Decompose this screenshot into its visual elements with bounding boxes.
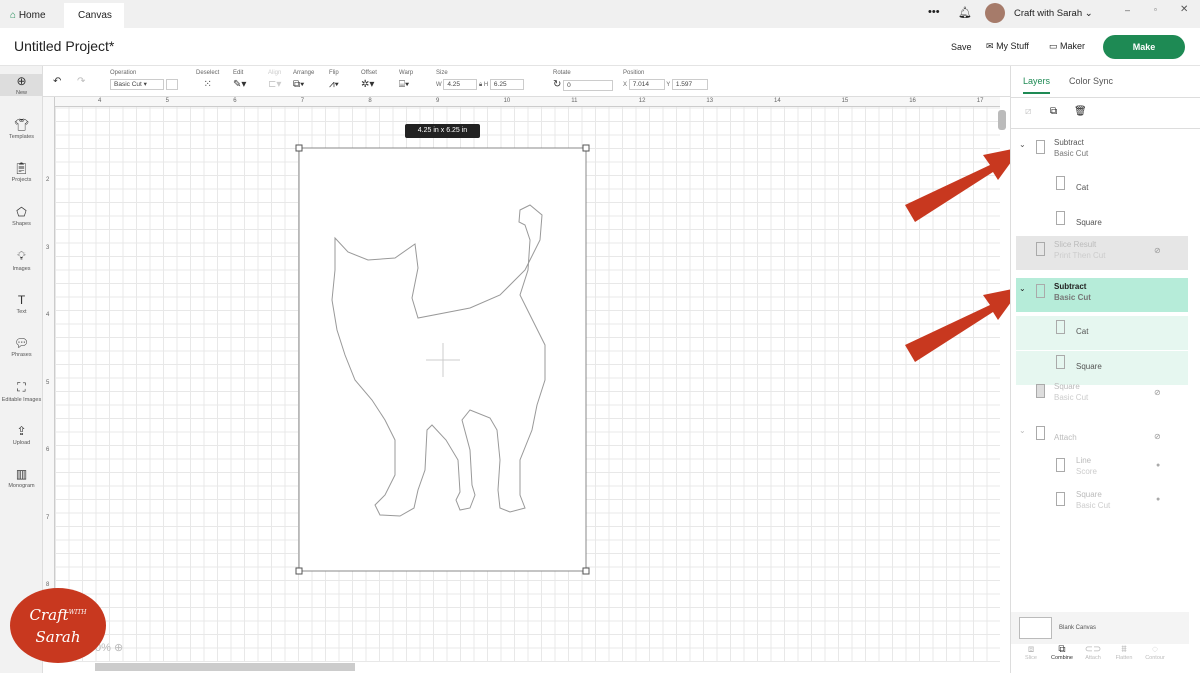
make-button[interactable]: Make [1103, 35, 1185, 59]
horizontal-scrollbar[interactable] [95, 663, 355, 671]
canvas-overlay [95, 110, 1010, 671]
layer-child[interactable]: Cat [1016, 316, 1188, 350]
blank-canvas-thumbnail [1019, 617, 1052, 639]
maximize-button[interactable]: ▫ [1154, 5, 1157, 14]
flatten-button[interactable]: ⩩ Flatten [1110, 644, 1138, 661]
layer-item[interactable]: ⌄ Subtract Basic Cut [1016, 134, 1188, 168]
layer-item[interactable]: Square Basic Cut ⊘ [1016, 378, 1188, 412]
hidden-eye-icon[interactable]: ⊘ [1154, 246, 1161, 255]
minimize-button[interactable]: – [1125, 5, 1130, 15]
layer-item[interactable]: ⌄ Subtract Basic Cut [1016, 278, 1188, 312]
slice-icon: ⧈ [1027, 644, 1035, 655]
layer-thumbnail-icon [1056, 211, 1065, 225]
layer-thumbnail-icon [1056, 176, 1065, 190]
layer-thumbnail-icon [1056, 492, 1065, 506]
tab-color-sync[interactable]: Color Sync [1069, 76, 1113, 86]
layer-thumbnail-icon [1036, 242, 1045, 256]
layer-item[interactable]: ⌄ Attach ⊘ [1016, 422, 1188, 452]
chevron-down-icon[interactable]: ⌄ [1019, 284, 1026, 293]
contour-button[interactable]: ◌ Contour [1141, 644, 1169, 661]
group-icon[interactable]: ⧄ [1025, 106, 1031, 117]
hidden-eye-icon[interactable]: ⊘ [1154, 388, 1161, 397]
chevron-down-icon[interactable]: ⌄ [1019, 140, 1026, 149]
layer-thumbnail-icon [1056, 320, 1065, 334]
trash-icon[interactable]: 🗑︎ [1074, 106, 1087, 117]
maker-button[interactable]: ▭ Maker [1049, 41, 1085, 52]
dot-icon: ● [1156, 496, 1161, 503]
duplicate-icon[interactable]: ⧉ [1050, 106, 1057, 117]
combine-button[interactable]: ⧉ Combine [1048, 644, 1076, 661]
layer-thumbnail-icon [1036, 426, 1045, 440]
layer-thumbnail-icon [1036, 384, 1045, 398]
logo: CraftWITH Sarah [10, 588, 106, 663]
blank-canvas-row[interactable]: Blank Canvas [1011, 612, 1189, 644]
attach-button[interactable]: ⊂⊃ Attach [1079, 644, 1107, 661]
account-menu[interactable]: Craft with Sarah ⌄ [1014, 8, 1093, 19]
layer-child[interactable]: Line Score ● [1016, 452, 1188, 484]
layer-thumbnail-icon [1036, 284, 1045, 298]
slice-button[interactable]: ⧈ Slice [1017, 644, 1045, 661]
contour-icon: ◌ [1152, 644, 1158, 655]
vertical-scrollbar[interactable] [998, 110, 1006, 130]
combine-icon: ⧉ [1058, 644, 1066, 655]
close-button[interactable]: ✕ [1180, 4, 1188, 15]
dot-icon: ● [1156, 462, 1161, 469]
hidden-eye-icon[interactable]: ⊘ [1154, 432, 1161, 441]
attach-icon: ⊂⊃ [1084, 644, 1102, 655]
chevron-down-icon[interactable]: ⌄ [1019, 426, 1026, 435]
size-tooltip: 4.25 in x 6.25 in [405, 124, 480, 138]
layer-thumbnail-icon [1056, 458, 1065, 472]
tab-layers[interactable]: Layers [1023, 76, 1051, 94]
layer-child[interactable]: Square Basic Cut ● [1016, 486, 1188, 518]
machine-icon: ▭ [1049, 41, 1058, 51]
layers-panel: Layers Color Sync ⧄ ⧉ 🗑︎ ⌄ Subtract Basic … [1010, 66, 1200, 673]
layer-thumbnail-icon [1036, 140, 1045, 154]
layer-child[interactable]: Cat [1016, 172, 1188, 206]
annotation-arrows [905, 149, 1010, 362]
layer-thumbnail-icon [1056, 355, 1065, 369]
layer-item[interactable]: Slice Result Print Then Cut ⊘ [1016, 236, 1188, 270]
flatten-icon: ⩩ [1121, 644, 1127, 655]
